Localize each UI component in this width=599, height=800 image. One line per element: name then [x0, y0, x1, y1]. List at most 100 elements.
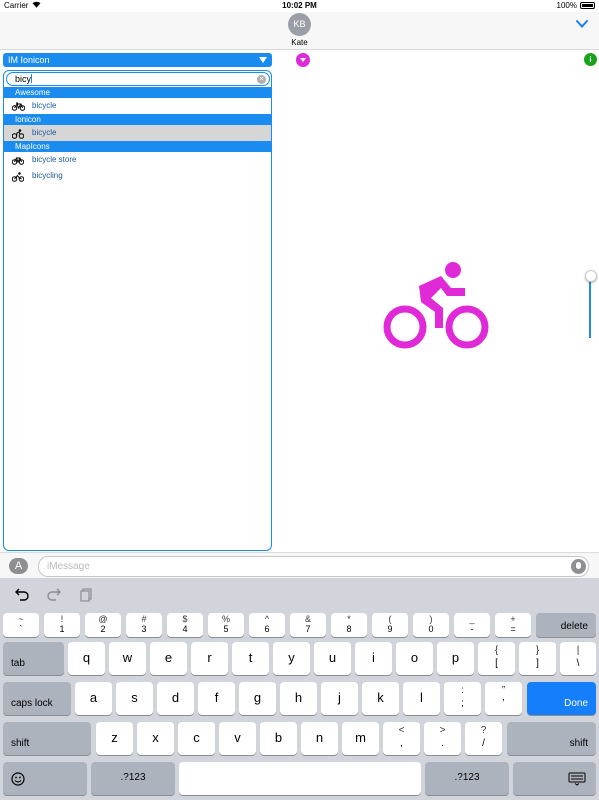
key-r[interactable]: r [191, 642, 228, 675]
app-store-icon[interactable]: A [9, 558, 28, 574]
caret-down-icon [259, 57, 267, 63]
redo-icon[interactable] [46, 586, 62, 602]
key-period[interactable]: >. [424, 722, 461, 755]
tab-key[interactable]: tab [3, 642, 64, 675]
chevron-down-icon[interactable] [575, 17, 589, 31]
keyboard-shortcut-bar [0, 578, 599, 610]
contact-name[interactable]: Kate [0, 38, 599, 47]
emoji-icon [11, 772, 25, 786]
search-input[interactable]: bicy × [6, 72, 270, 86]
bicycle-icon [12, 129, 24, 139]
search-input-value: bicy [15, 74, 32, 84]
key-e[interactable]: e [150, 642, 187, 675]
bicycle-icon [12, 102, 25, 111]
key-a[interactable]: a [75, 682, 112, 715]
key-u[interactable]: u [314, 642, 351, 675]
key-0[interactable]: ) 0 [413, 613, 449, 637]
caps-lock-key[interactable]: caps lock [3, 682, 71, 715]
key-4[interactable]: $4 [167, 613, 203, 637]
size-slider-track[interactable] [589, 276, 591, 338]
key-z[interactable]: z [96, 722, 133, 755]
space-key[interactable] [179, 762, 421, 795]
list-item-label: bicycling [32, 171, 63, 180]
status-bar: Carrier 10:02 PM 100% [0, 0, 599, 12]
key-8[interactable]: * 8 [331, 613, 367, 637]
avatar[interactable]: KB [288, 13, 311, 36]
list-item[interactable]: bicycling [4, 168, 271, 184]
key-minus[interactable]: _ - [454, 613, 490, 637]
key-d[interactable]: d [157, 682, 194, 715]
message-input-placeholder: iMessage [47, 561, 90, 572]
icon-set-selector[interactable]: IM Ionicon [3, 53, 272, 67]
info-icon[interactable]: i [584, 53, 597, 66]
dismiss-keyboard-key[interactable] [513, 762, 596, 795]
bicycle-store-icon [12, 157, 24, 165]
key-comma[interactable]: <, [383, 722, 420, 755]
keyboard-hide-icon [568, 772, 586, 786]
key-x[interactable]: x [137, 722, 174, 755]
clear-icon[interactable]: × [257, 75, 266, 84]
numbers-key-right[interactable]: .?123 [425, 762, 509, 795]
key-equals[interactable]: + = [495, 613, 531, 637]
key-v[interactable]: v [219, 722, 256, 755]
app-root: Carrier 10:02 PM 100% KB Kate IM Ionicon… [0, 0, 599, 800]
key-backslash[interactable]: | \ [560, 642, 596, 675]
key-6[interactable]: ^ 6 [249, 613, 285, 637]
key-o[interactable]: o [396, 642, 433, 675]
shift-left-key[interactable]: shift [3, 722, 91, 755]
list-item-label: bicycle [32, 101, 57, 110]
undo-icon[interactable] [14, 586, 30, 602]
message-input[interactable]: iMessage [38, 556, 589, 577]
battery-percent: 100% [556, 1, 577, 10]
key-slash[interactable]: ? / [465, 722, 502, 755]
color-dropdown-icon[interactable] [296, 53, 310, 67]
microphone-icon[interactable] [571, 559, 586, 574]
group-header-ionicon: Ionicon [4, 114, 271, 125]
icon-search-panel: bicy × Awesome bicycle Ionicon bicycle M… [3, 70, 272, 551]
key-f[interactable]: f [198, 682, 235, 715]
cyclist-icon [12, 172, 24, 182]
shift-right-key[interactable]: shift [507, 722, 596, 755]
key-w[interactable]: w [109, 642, 146, 675]
key-k[interactable]: k [362, 682, 399, 715]
keyboard: ~ ` ! 1 @2 #3 $4 % 5 ^ 6 & 7 * 8 (9 ) 0 _ - + = d… [0, 578, 599, 800]
key-m[interactable]: m [342, 722, 379, 755]
search-results: Awesome bicycle Ionicon bicycle MapIcons… [4, 87, 271, 184]
list-item[interactable]: bicycle [4, 98, 271, 114]
key-b[interactable]: b [260, 722, 297, 755]
message-bar: A iMessage [0, 552, 599, 578]
key-n[interactable]: n [301, 722, 338, 755]
key-g[interactable]: g [239, 682, 276, 715]
delete-key[interactable]: delete [536, 613, 596, 637]
key-s[interactable]: s [116, 682, 153, 715]
key-1[interactable]: ! 1 [44, 613, 80, 637]
key-open-bracket[interactable]: {[ [478, 642, 515, 675]
key-q[interactable]: q [68, 642, 105, 675]
emoji-key[interactable] [3, 762, 87, 795]
key-j[interactable]: j [321, 682, 358, 715]
size-slider-handle[interactable] [585, 270, 597, 282]
key-h[interactable]: h [280, 682, 317, 715]
list-item-label: bicycle [32, 128, 57, 137]
key-p[interactable]: p [437, 642, 474, 675]
key-i[interactable]: i [355, 642, 392, 675]
key-3[interactable]: #3 [126, 613, 162, 637]
list-item[interactable]: bicycle store [4, 152, 271, 168]
numbers-key-left[interactable]: .?123 [91, 762, 175, 795]
key-tilde[interactable]: ~ ` [3, 613, 39, 637]
done-key[interactable]: Done [527, 682, 596, 715]
text-cursor [31, 74, 33, 83]
paste-icon[interactable] [78, 586, 94, 602]
key-close-bracket[interactable]: }] [519, 642, 556, 675]
key-semicolon[interactable]: :; [444, 682, 481, 715]
key-l[interactable]: l [403, 682, 440, 715]
key-c[interactable]: c [178, 722, 215, 755]
key-9[interactable]: (9 [372, 613, 408, 637]
key-t[interactable]: t [232, 642, 269, 675]
key-y[interactable]: y [273, 642, 310, 675]
key-7[interactable]: & 7 [290, 613, 326, 637]
key-5[interactable]: % 5 [208, 613, 244, 637]
list-item-selected[interactable]: bicycle [4, 125, 271, 141]
key-2[interactable]: @2 [85, 613, 121, 637]
key-quote[interactable]: ”’ [485, 682, 522, 715]
